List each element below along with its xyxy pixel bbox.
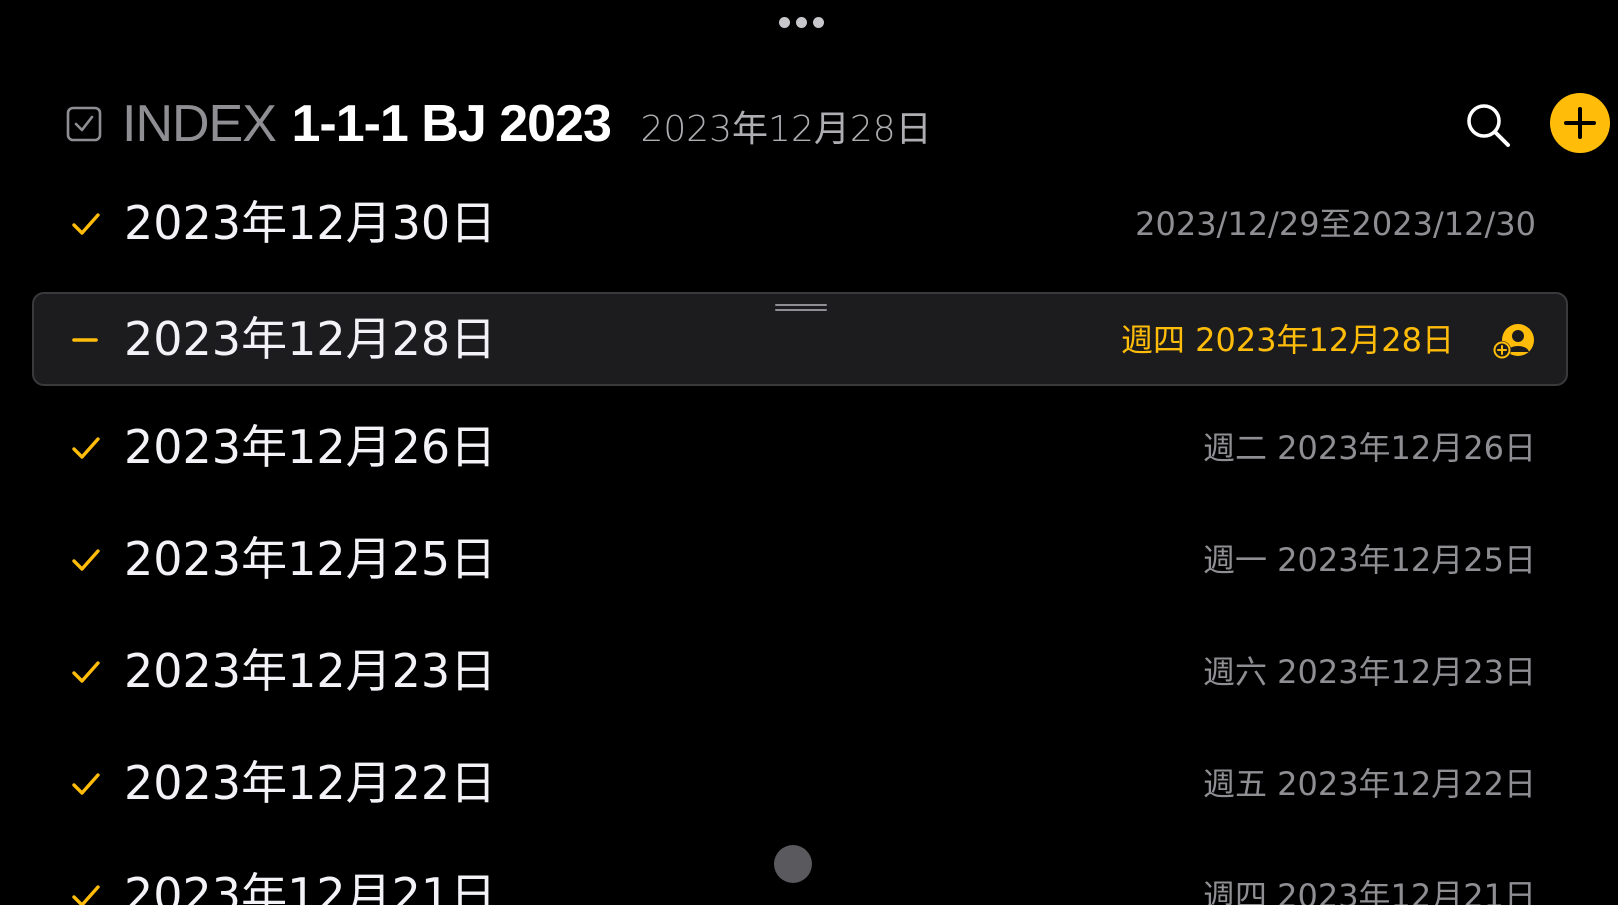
dash-icon <box>72 338 98 342</box>
checkmark-icon <box>72 549 100 571</box>
item-date: 週二 2023年12月26日 <box>1202 429 1536 467</box>
page-title: INDEX 1-1-1 BJ 2023 2023年12月28日 <box>122 94 932 160</box>
checkmark-icon <box>72 773 100 795</box>
title-date: 2023年12月28日 <box>640 109 932 150</box>
search-icon[interactable] <box>1461 98 1517 154</box>
checkmark-icon <box>72 661 100 683</box>
checkmark-icon <box>72 885 100 905</box>
checkmark-icon <box>72 437 100 459</box>
header: INDEX 1-1-1 BJ 2023 2023年12月28日 <box>64 88 1618 160</box>
drag-handle-icon[interactable] <box>775 304 827 312</box>
item-date: 週四 2023年12月28日 <box>1120 321 1454 359</box>
checkmark-icon <box>72 213 100 235</box>
list-item[interactable]: 2023年12月30日 2023/12/29至2023/12/30 <box>32 176 1568 270</box>
add-person-icon[interactable] <box>1492 322 1536 362</box>
item-title: 2023年12月25日 <box>124 532 497 586</box>
item-title: 2023年12月23日 <box>124 644 497 698</box>
item-title: 2023年12月30日 <box>124 196 497 250</box>
checkbox-square-icon <box>66 106 102 142</box>
list-item[interactable]: 2023年12月26日 週二 2023年12月26日 <box>32 400 1568 494</box>
item-title: 2023年12月28日 <box>124 312 497 366</box>
list-item-selected[interactable]: 2023年12月28日 週四 2023年12月28日 <box>32 292 1568 386</box>
item-date-range: 2023/12/29至2023/12/30 <box>1135 205 1536 243</box>
list-item[interactable]: 2023年12月25日 週一 2023年12月25日 <box>32 512 1568 606</box>
list-item[interactable]: 2023年12月23日 週六 2023年12月23日 <box>32 624 1568 718</box>
add-button[interactable] <box>1550 93 1610 153</box>
item-date: 週一 2023年12月25日 <box>1202 541 1536 579</box>
more-options-icon[interactable] <box>779 17 824 28</box>
assistive-touch-button[interactable] <box>774 845 812 883</box>
title-prefix: INDEX <box>122 95 277 153</box>
item-title: 2023年12月26日 <box>124 420 497 474</box>
title-main: 1-1-1 BJ 2023 <box>291 95 611 153</box>
item-date: 週六 2023年12月23日 <box>1202 653 1536 691</box>
plus-icon <box>1564 107 1596 139</box>
app-screen: INDEX 1-1-1 BJ 2023 2023年12月28日 2023年12月… <box>0 0 1618 905</box>
item-title: 2023年12月22日 <box>124 756 497 810</box>
list-item[interactable]: 2023年12月22日 週五 2023年12月22日 <box>32 736 1568 830</box>
item-date: 週五 2023年12月22日 <box>1202 765 1536 803</box>
item-date: 週四 2023年12月21日 <box>1202 877 1536 905</box>
item-title: 2023年12月21日 <box>124 868 497 905</box>
